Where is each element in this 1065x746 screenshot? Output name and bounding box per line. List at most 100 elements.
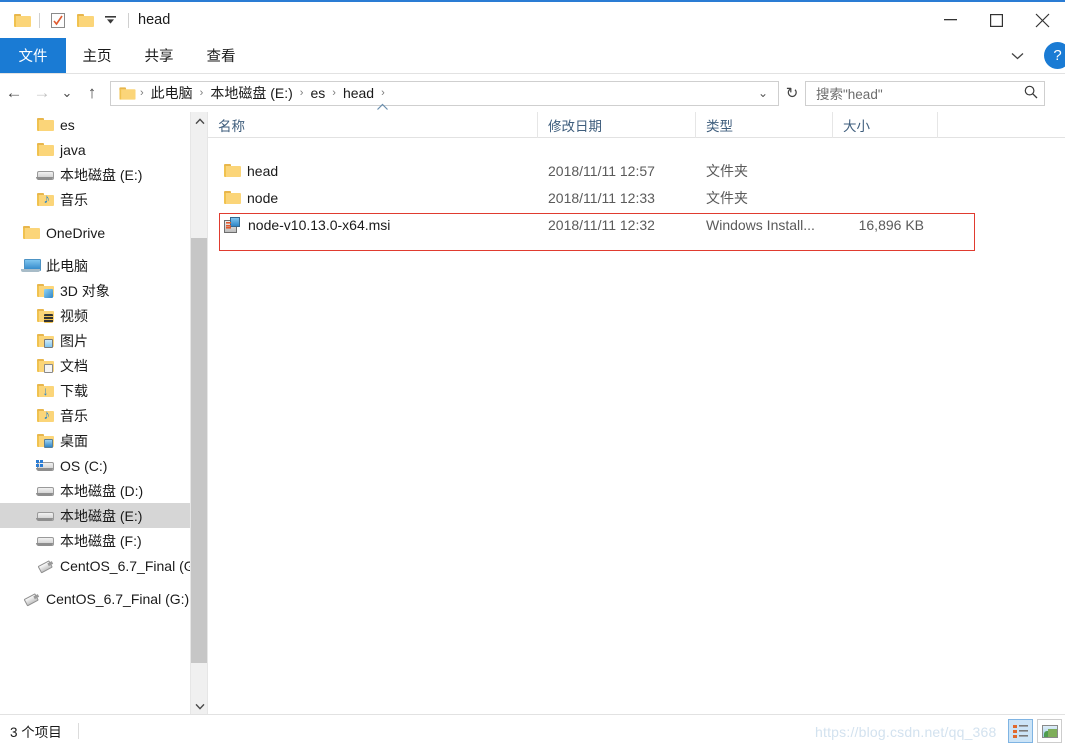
new-folder-icon[interactable] — [71, 8, 97, 32]
sidebar-item-label: 本地磁盘 (E:) — [60, 507, 143, 524]
sidebar-item-music-nested[interactable]: 音乐 — [0, 187, 207, 212]
sidebar-item-desktop[interactable]: 桌面 — [0, 428, 207, 453]
table-row[interactable]: head 2018/11/11 12:57 文件夹 — [208, 157, 1065, 184]
view-mode-buttons — [1008, 719, 1062, 743]
breadcrumb-item-3[interactable]: head — [338, 85, 379, 101]
back-button[interactable]: ← — [0, 79, 28, 107]
sidebar-item-label: OS (C:) — [60, 457, 108, 474]
sidebar-scrollbar-thumb[interactable] — [191, 238, 207, 663]
explorer-body: es java 本地磁盘 (E:) 音乐 OneDrive — [0, 103, 1065, 716]
breadcrumb-item-2[interactable]: es — [305, 85, 330, 101]
tab-view[interactable]: 查看 — [190, 38, 252, 73]
drive-icon — [34, 485, 54, 496]
file-type-cell: 文件夹 — [706, 162, 748, 179]
windows-installer-icon — [224, 217, 240, 233]
sidebar-item-local-disk-d[interactable]: 本地磁盘 (D:) — [0, 478, 207, 503]
maximize-button[interactable] — [973, 2, 1019, 38]
address-bar: ← → ⌄ ↑ › 此电脑 › 本地磁盘 (E:) › es › head › … — [0, 75, 1065, 111]
sidebar-gap-3 — [0, 578, 207, 586]
file-type-cell: 文件夹 — [706, 189, 748, 206]
sidebar-item-label: 桌面 — [60, 432, 88, 449]
sidebar-item-music[interactable]: 音乐 — [0, 403, 207, 428]
column-header-spacer — [938, 112, 1065, 138]
sidebar-item-label: 音乐 — [60, 191, 88, 208]
breadcrumb-separator-4[interactable]: › — [379, 87, 387, 99]
sidebar-item-videos[interactable]: 视频 — [0, 303, 207, 328]
file-name-cell: node-v10.13.0-x64.msi — [208, 217, 538, 233]
computer-icon — [20, 259, 41, 272]
breadcrumb-item-0[interactable]: 此电脑 — [146, 83, 198, 103]
column-header-date-modified[interactable]: 修改日期 — [538, 111, 696, 138]
table-row[interactable]: node-v10.13.0-x64.msi 2018/11/11 12:32 W… — [208, 211, 1065, 238]
column-header-type[interactable]: 类型 — [696, 111, 833, 138]
sidebar-item-label: 此电脑 — [46, 257, 88, 274]
scroll-up-icon[interactable] — [191, 112, 207, 131]
sidebar-item-documents[interactable]: 文档 — [0, 353, 207, 378]
tab-home[interactable]: 主页 — [66, 38, 128, 73]
breadcrumb-item-1[interactable]: 本地磁盘 (E:) — [205, 83, 297, 103]
folder-documents-icon — [34, 359, 54, 373]
sidebar-item-downloads[interactable]: 下载 — [0, 378, 207, 403]
tab-file[interactable]: 文件 — [0, 38, 66, 73]
file-size-cell: 16,896 KB — [858, 216, 924, 233]
sidebar-item-local-disk-e-nested[interactable]: 本地磁盘 (E:) — [0, 162, 207, 187]
breadcrumb-separator-2[interactable]: › — [298, 87, 306, 99]
file-name-cell: head — [208, 163, 538, 179]
sidebar-item-local-disk-f[interactable]: 本地磁盘 (F:) — [0, 528, 207, 553]
sidebar-item-java[interactable]: java — [0, 137, 207, 162]
sidebar-item-centos-g-nested[interactable]: CentOS_6.7_Final (G:) — [0, 553, 207, 578]
refresh-button[interactable]: ↻ — [779, 80, 805, 106]
column-header-name[interactable]: 名称 — [208, 103, 538, 138]
search-placeholder: 搜索"head" — [816, 87, 883, 102]
recent-locations-button[interactable]: ⌄ — [56, 79, 78, 107]
help-button[interactable]: ? — [1044, 42, 1065, 69]
up-button[interactable]: ↑ — [78, 79, 106, 107]
breadcrumb-separator-1[interactable]: › — [198, 87, 206, 99]
file-name-label: node-v10.13.0-x64.msi — [248, 216, 391, 233]
breadcrumb-dropdown-icon[interactable]: ⌄ — [750, 86, 776, 100]
sidebar-item-label: 下载 — [60, 382, 88, 399]
sidebar-item-pictures[interactable]: 图片 — [0, 328, 207, 353]
column-header-size[interactable]: 大小 — [833, 111, 938, 138]
folder-music-icon — [34, 408, 54, 422]
usb-drive-icon — [20, 592, 40, 605]
sidebar-item-3d-objects[interactable]: 3D 对象 — [0, 278, 207, 303]
qat-divider-1 — [39, 12, 40, 28]
sidebar-item-this-pc[interactable]: 此电脑 — [0, 253, 207, 278]
sidebar-item-label: es — [60, 116, 75, 133]
properties-icon[interactable] — [45, 8, 71, 32]
sidebar-scrollbar[interactable] — [190, 112, 207, 716]
folder-desktop-icon — [34, 434, 54, 448]
folder-icon[interactable] — [8, 8, 34, 32]
file-date-cell: 2018/11/11 12:57 — [548, 162, 655, 179]
expand-ribbon-icon[interactable] — [1004, 43, 1030, 69]
table-row[interactable]: node 2018/11/11 12:33 文件夹 — [208, 184, 1065, 211]
sidebar-item-es[interactable]: es — [0, 112, 207, 137]
sidebar-item-onedrive[interactable]: OneDrive — [0, 220, 207, 245]
details-view-icon — [1013, 724, 1028, 738]
sidebar-item-os-c[interactable]: OS (C:) — [0, 453, 207, 478]
search-input[interactable]: 搜索"head" — [805, 80, 1045, 106]
navigation-pane: es java 本地磁盘 (E:) 音乐 OneDrive — [0, 112, 207, 716]
details-view-button[interactable] — [1008, 719, 1033, 743]
large-icons-view-button[interactable] — [1037, 719, 1062, 743]
folder-3d-objects-icon — [34, 284, 54, 298]
usb-drive-icon — [34, 559, 54, 572]
drive-icon — [34, 535, 54, 546]
sidebar-item-label: java — [60, 141, 86, 158]
file-name-cell: node — [208, 190, 538, 206]
sidebar-item-local-disk-e[interactable]: 本地磁盘 (E:) — [0, 503, 207, 528]
sidebar-gap-1 — [0, 212, 207, 220]
file-list-pane: 名称 修改日期 类型 大小 head 2018/11/11 12:57 文件夹 … — [207, 103, 1065, 716]
folder-icon — [20, 226, 40, 239]
breadcrumb[interactable]: › 此电脑 › 本地磁盘 (E:) › es › head › ⌄ — [110, 80, 779, 106]
forward-button[interactable]: → — [28, 79, 56, 107]
customize-dropdown-icon[interactable] — [97, 8, 123, 32]
close-button[interactable] — [1019, 2, 1065, 38]
breadcrumb-separator-3[interactable]: › — [330, 87, 338, 99]
sidebar-item-centos-g[interactable]: CentOS_6.7_Final (G:) — [0, 586, 207, 611]
sidebar-item-label: OneDrive — [46, 224, 106, 241]
tab-share[interactable]: 共享 — [128, 38, 190, 73]
file-explorer-window: head 文件 主页 共享 查看 ? ← → ⌄ ↑ › 此电脑 › 本地磁盘 … — [0, 0, 1065, 746]
minimize-button[interactable] — [927, 2, 973, 38]
